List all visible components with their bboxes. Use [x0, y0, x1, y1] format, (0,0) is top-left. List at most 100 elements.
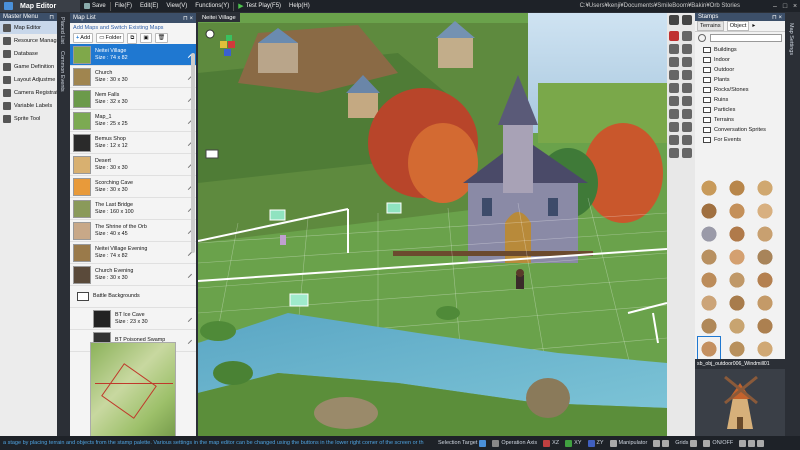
height-icon[interactable]	[669, 57, 679, 67]
add-map-button[interactable]: + Add	[73, 33, 94, 43]
stamp-thumbnail[interactable]	[726, 291, 748, 313]
layer-icon[interactable]	[682, 70, 692, 80]
maximize-icon[interactable]: □	[780, 3, 790, 10]
stamp-search-input[interactable]	[710, 34, 782, 42]
stamp-thumbnail[interactable]	[698, 245, 720, 267]
path-icon[interactable]	[682, 109, 692, 119]
map-list-item[interactable]: Church Evening Size : 30 x 30	[70, 264, 196, 286]
stamp-thumbnail[interactable]	[754, 291, 776, 313]
master-menu-item[interactable]: Camera Registrati	[0, 86, 57, 99]
map-list-scrollbar[interactable]	[191, 53, 195, 253]
stamp-thumbnail[interactable]	[754, 245, 776, 267]
status-extra-buttons[interactable]	[736, 439, 767, 447]
pin-icon[interactable]: ⊓ ×	[772, 14, 782, 21]
stamp-folder[interactable]: Conversation Sprites	[695, 125, 785, 135]
menu-functions[interactable]: Functions(Y)	[191, 0, 233, 12]
stamp-thumbnail[interactable]	[754, 337, 776, 359]
viewport-tab[interactable]: Neitei Village	[198, 13, 240, 22]
light-icon[interactable]	[669, 83, 679, 93]
onoff-toggle[interactable]: ON/OFF	[700, 439, 736, 447]
stamp-folder[interactable]: Rocks/Stones	[695, 85, 785, 95]
wall-icon[interactable]	[669, 122, 679, 132]
stamp-thumbnail[interactable]	[698, 199, 720, 221]
scene-render[interactable]	[198, 13, 667, 436]
pin-icon[interactable]	[682, 15, 692, 25]
stamp-folder[interactable]: For Events	[695, 135, 785, 145]
stairs-icon[interactable]	[682, 122, 692, 132]
stamp-thumbnail[interactable]	[726, 337, 748, 359]
sound-icon[interactable]	[682, 96, 692, 106]
stamp-thumbnail[interactable]	[726, 199, 748, 221]
map-list-item[interactable]: Desert Size : 30 x 30	[70, 154, 196, 176]
stamp-thumbnail[interactable]	[754, 176, 776, 198]
map-preview-minimap[interactable]	[90, 342, 176, 436]
stamp-thumbnail[interactable]	[754, 314, 776, 336]
stamp-folder[interactable]: Buildings	[695, 45, 785, 55]
copy-map-button[interactable]: ⧉	[127, 32, 138, 44]
delete-map-button[interactable]: 🗑	[154, 33, 168, 43]
stamp-thumbnail[interactable]	[698, 176, 720, 198]
menu-file[interactable]: File(F)	[111, 0, 136, 12]
tab-objects[interactable]: Object	[726, 21, 750, 31]
axis-xy-button[interactable]: XY	[562, 439, 584, 447]
grids-toggle[interactable]: Grids	[672, 439, 700, 447]
master-menu-item[interactable]: Resource Manag	[0, 34, 57, 47]
camera-icon[interactable]	[682, 83, 692, 93]
master-menu-item[interactable]: Database	[0, 47, 57, 60]
brush-icon[interactable]	[669, 31, 679, 41]
event-icon[interactable]	[669, 96, 679, 106]
manipulator-toggle[interactable]: Manipulator	[607, 439, 651, 447]
rotate-icon[interactable]	[682, 135, 692, 145]
axis-zy-button[interactable]: ZY	[585, 439, 607, 447]
tab-map-settings[interactable]: Map Settings	[788, 23, 794, 55]
particle-icon[interactable]	[669, 109, 679, 119]
stamp-thumbnail[interactable]	[726, 222, 748, 244]
menu-view[interactable]: View(V)	[162, 0, 191, 12]
map-list-item[interactable]: Bemus Shop Size : 12 x 12	[70, 132, 196, 154]
stamp-folder[interactable]: Indoor	[695, 55, 785, 65]
stamp-folder[interactable]: Outdoor	[695, 65, 785, 75]
stamp-folder[interactable]: Particles	[695, 105, 785, 115]
axis-xz-button[interactable]: XZ	[540, 439, 562, 447]
map-list-item[interactable]: Scorching Cave Size : 30 x 30	[70, 176, 196, 198]
map-list-item[interactable]: The Shrine of the Orb Size : 40 x 45	[70, 220, 196, 242]
pin-icon[interactable]: ⊓ ×	[183, 15, 193, 22]
stamp-thumbnail[interactable]	[698, 268, 720, 290]
stamp-folder[interactable]: Ruins	[695, 95, 785, 105]
snap-icon[interactable]	[682, 148, 692, 158]
map-viewport[interactable]: Neitei Village	[198, 13, 667, 436]
master-menu-item[interactable]: Variable Labels	[0, 99, 57, 112]
minimize-icon[interactable]: –	[770, 3, 780, 10]
master-menu-item[interactable]: Map Editor	[0, 21, 57, 34]
save-button[interactable]: Save	[80, 0, 110, 12]
map-list-item[interactable]: Nem Falls Size : 32 x 30	[70, 88, 196, 110]
stamp-thumbnail[interactable]	[754, 199, 776, 221]
map-folder-item[interactable]: Battle Backgrounds	[70, 286, 196, 308]
master-menu-item[interactable]: Layout Adjustme	[0, 73, 57, 86]
edit-pencil-icon[interactable]	[184, 336, 193, 345]
map-list-item[interactable]: Neitei Village Size : 74 x 82	[70, 44, 196, 66]
stamp-thumbnail[interactable]	[726, 268, 748, 290]
stamp-thumbnail[interactable]	[698, 314, 720, 336]
map-list-item[interactable]: Neitei Village Evening Size : 74 x 82	[70, 242, 196, 264]
fill-icon[interactable]	[669, 44, 679, 54]
master-menu-item[interactable]: Sprite Tool	[0, 112, 57, 125]
map-list-item[interactable]: The Last Bridge Size : 160 x 100	[70, 198, 196, 220]
map-list-item[interactable]: Map_1 Size : 25 x 25	[70, 110, 196, 132]
tab-placed-list[interactable]: Placed List	[59, 17, 65, 44]
stamp-thumbnail[interactable]	[698, 291, 720, 313]
close-icon[interactable]: ×	[790, 3, 800, 10]
tab-common-events[interactable]: Common Events	[59, 51, 65, 92]
move-icon[interactable]	[669, 135, 679, 145]
stamp-thumbnail[interactable]	[697, 336, 721, 360]
selection-target[interactable]: Selection Target	[435, 439, 489, 447]
stamp-folder[interactable]: Plants	[695, 75, 785, 85]
stamp-thumbnail[interactable]	[726, 314, 748, 336]
add-folder-button[interactable]: ▭ Folder	[96, 33, 125, 43]
chevron-right-icon[interactable]: ▸	[752, 23, 755, 29]
edit-pencil-icon[interactable]	[184, 314, 193, 323]
edit-pencil-icon[interactable]	[184, 270, 193, 279]
cube-icon[interactable]	[669, 70, 679, 80]
view-buttons[interactable]	[650, 439, 672, 447]
stamp-thumbnail[interactable]	[754, 222, 776, 244]
